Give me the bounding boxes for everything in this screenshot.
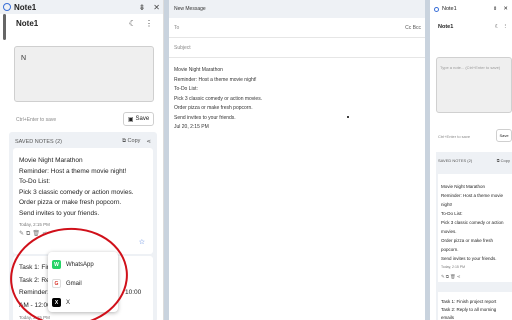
save-button-label: Save	[499, 133, 509, 138]
more-menu-icon[interactable]: ⋮	[145, 19, 153, 28]
delete-icon[interactable]: 🗑	[450, 274, 457, 279]
compose-title: New Message	[169, 0, 425, 18]
theme-toggle-icon[interactable]: ☾	[129, 19, 136, 28]
body-line: Send invites to your friends.	[174, 114, 236, 121]
subject-label: Subject	[174, 45, 191, 51]
share-icon[interactable]: ⋖	[42, 231, 49, 237]
scrollbar[interactable]	[3, 14, 6, 40]
email-compose-window: New Message To Cc Bcc Subject Movie Nigh…	[169, 0, 425, 320]
share-menu: W WhatsApp G Gmail X X	[48, 252, 118, 312]
share-whatsapp[interactable]: W WhatsApp	[52, 255, 114, 274]
note-line: To-Do List:	[441, 211, 463, 216]
note-line: Reminder: Host a theme movie night!	[441, 193, 504, 207]
copy-label: Copy	[500, 158, 510, 163]
note-line: Movie Night Marathon	[19, 157, 83, 164]
x-icon: X	[52, 298, 61, 307]
save-button[interactable]: ▣ Save	[123, 112, 154, 126]
subject-field[interactable]: Subject	[169, 38, 425, 58]
note-timestamp: Today, 2:15 PM	[19, 222, 50, 227]
saved-notes-label: SAVED NOTES (2)	[15, 138, 62, 145]
share-whatsapp-label: WhatsApp	[66, 261, 94, 268]
cc-bcc-link[interactable]: Cc Bcc	[405, 25, 421, 31]
panel-window-title: Note1	[14, 2, 37, 12]
favorite-star-icon[interactable]: ☆	[139, 238, 145, 249]
note-line: Task 1: Finish project report	[441, 299, 497, 304]
note-line: Movie Night Marathon	[441, 184, 486, 189]
share-x[interactable]: X X	[52, 293, 114, 312]
theme-toggle-icon[interactable]: ☾	[495, 24, 500, 30]
note-line: Pick 3 classic comedy or action movies.	[19, 188, 134, 196]
share-gmail-label: Gmail	[66, 280, 82, 287]
body-line: Order pizza or make fresh popcorn.	[174, 105, 253, 111]
notes-side-panel-secondary: Note1 ⇟ ✕ Note1 ☾ ⋮ Type a note... (Ctrl…	[430, 0, 512, 320]
pin-icon[interactable]: ⇟	[493, 6, 498, 12]
body-line: Jul 20, 2:15 PM	[174, 124, 209, 130]
panel-header: Note1 ☾ ⋮	[0, 14, 163, 32]
panel-titlebar: Note1 ⇟ ✕	[430, 0, 512, 18]
note-editor[interactable]: Type a note... (Ctrl+Enter to save)	[436, 57, 512, 113]
compose-body[interactable]: Movie Night Marathon Reminder: Host a th…	[169, 58, 425, 141]
pin-icon[interactable]: ⇟	[139, 3, 146, 12]
note-actions: ✎⧉🗑⋖	[441, 272, 509, 281]
saved-note-card[interactable]: Movie Night Marathon Reminder: Host a th…	[13, 148, 153, 254]
panel-header: Note1 ☾ ⋮	[430, 18, 512, 36]
to-field[interactable]: To Cc Bcc	[169, 18, 425, 38]
share-all-icon[interactable]: ⋖	[146, 139, 151, 145]
close-icon[interactable]: ✕	[153, 3, 160, 12]
copy-all-button[interactable]: ⧉ Copy	[122, 138, 140, 145]
save-hint: Ctrl+Enter to save	[16, 117, 57, 123]
save-button-label: Save	[135, 116, 150, 122]
delete-icon[interactable]: 🗑	[32, 231, 42, 237]
note-line: Reminder: Host a theme movie night!	[19, 167, 127, 175]
note-timestamp: Today, 2:15 PM	[441, 265, 466, 269]
notes-side-panel: Note1 ⇟ ✕ Note1 ☾ ⋮ N Ctrl+Enter to save…	[0, 0, 164, 320]
close-icon[interactable]: ✕	[503, 6, 508, 12]
save-hint: Ctrl+Enter to save	[438, 134, 471, 139]
body-line: Reminder: Host a theme movie night!	[174, 76, 257, 83]
whatsapp-icon: W	[52, 260, 61, 269]
panel-titlebar: Note1 ⇟ ✕	[0, 0, 163, 14]
copy-label: Copy	[127, 138, 141, 144]
page-title: Note1	[438, 24, 454, 30]
note-actions: ✎⧉🗑⋖	[19, 229, 147, 240]
body-line: Pick 3 classic comedy or action movies.	[174, 95, 263, 102]
note-line: To-Do List:	[19, 178, 51, 185]
extension-icon	[3, 3, 11, 11]
copy-all-button[interactable]: ⧉ Copy	[497, 158, 510, 163]
note-editor[interactable]: N	[14, 46, 154, 102]
share-icon[interactable]: ⋖	[457, 274, 462, 279]
page-title: Note1	[16, 18, 39, 28]
to-label: To	[174, 25, 180, 31]
saved-note-card[interactable]: Movie Night Marathon Reminder: Host a th…	[438, 174, 512, 282]
mouse-cursor-dot	[347, 116, 349, 118]
note-line: Order pizza or make fresh popcorn.	[19, 199, 122, 206]
note-line-tail: 10:00	[125, 289, 142, 296]
panel-window-title: Note1	[442, 6, 457, 12]
note-line: Send invites to your friends.	[441, 256, 497, 261]
share-x-label: X	[66, 299, 71, 306]
save-button[interactable]: Save	[496, 129, 512, 142]
saved-notes-label: SAVED NOTES (2)	[438, 158, 473, 163]
saved-notes-header: SAVED NOTES (2) ⧉ Copy	[436, 152, 512, 169]
edit-icon[interactable]: ✎	[19, 231, 26, 237]
note-line: Send invites to your friends.	[19, 209, 100, 217]
note-line: Order pizza or make fresh popcorn.	[441, 238, 494, 252]
note-line: Pick 3 classic comedy or action movies.	[441, 220, 504, 234]
save-icon: ▣	[127, 116, 134, 123]
body-line: To-Do List:	[174, 86, 198, 92]
extension-icon	[434, 6, 439, 12]
share-gmail[interactable]: G Gmail	[52, 274, 114, 293]
note-line: Task 2: Reply to all morning emails	[441, 307, 497, 320]
saved-notes-section: SAVED NOTES (2) ⧉ Copy Movie Night Marat…	[436, 152, 512, 320]
gmail-icon: G	[52, 279, 61, 288]
note-timestamp: Today, 2:15 PM	[19, 315, 50, 320]
body-line: Movie Night Marathon	[174, 67, 223, 73]
saved-note-card[interactable]: Task 1: Finish project report Task 2: Re…	[438, 292, 512, 320]
more-menu-icon[interactable]: ⋮	[503, 24, 509, 30]
